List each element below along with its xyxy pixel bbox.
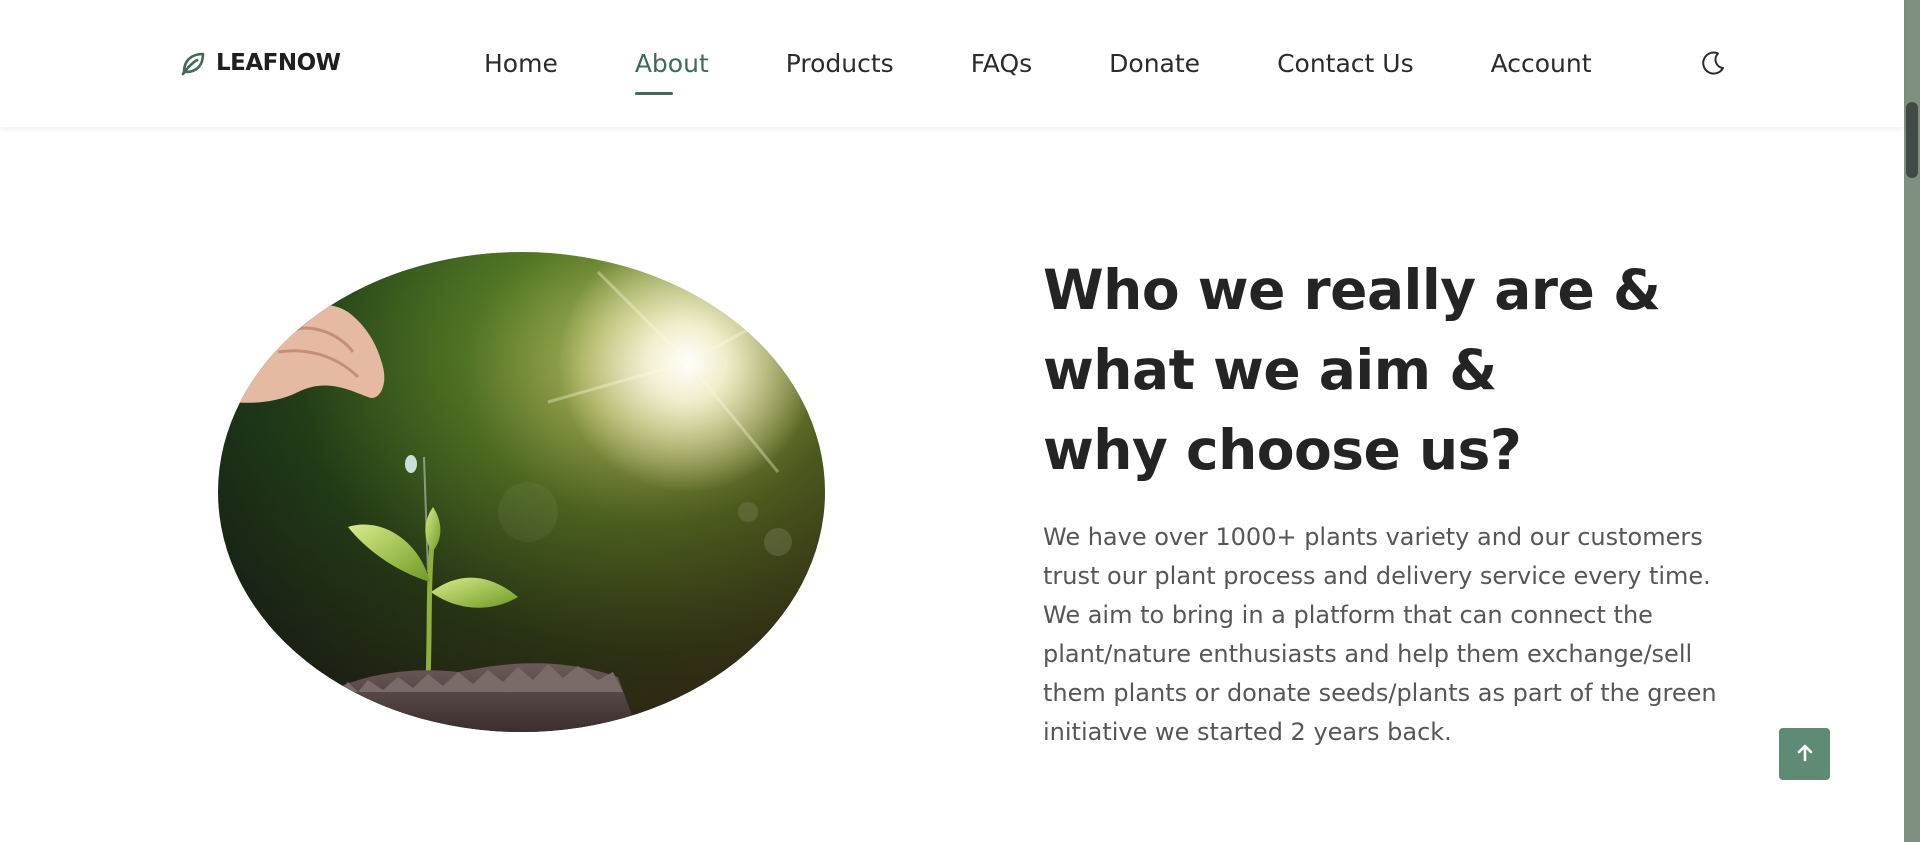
back-to-top-button[interactable] [1779, 728, 1830, 780]
arrow-up-icon [1795, 743, 1815, 766]
nav-account[interactable]: Account [1491, 49, 1592, 78]
nav-about[interactable]: About [634, 49, 709, 95]
headline-line: Who we really are & [1043, 258, 1661, 322]
nav-products[interactable]: Products [786, 49, 894, 78]
leaf-icon [180, 50, 206, 76]
nav-contact-us[interactable]: Contact Us [1277, 49, 1414, 78]
about-description: We have over 1000+ plants variety and ou… [1043, 523, 1717, 746]
scrollbar-thumb[interactable] [1906, 102, 1918, 178]
about-headline: Who we really are & what we aim & why ch… [1043, 250, 1803, 490]
brand-name: LEAFNOW [216, 50, 341, 76]
main-nav: Home About Products FAQs Donate Contact … [484, 40, 1669, 95]
moon-icon[interactable] [1698, 48, 1728, 78]
headline-line: what we aim & [1043, 338, 1497, 402]
nav-faqs[interactable]: FAQs [971, 49, 1032, 78]
nav-home[interactable]: Home [484, 49, 558, 78]
about-hero-image [218, 252, 825, 732]
headline-line: why choose us? [1043, 418, 1522, 482]
nav-donate[interactable]: Donate [1109, 49, 1200, 78]
brand-logo[interactable]: LEAFNOW [180, 46, 341, 80]
site-header: LEAFNOW Home About Products FAQs Donate … [0, 0, 1904, 127]
